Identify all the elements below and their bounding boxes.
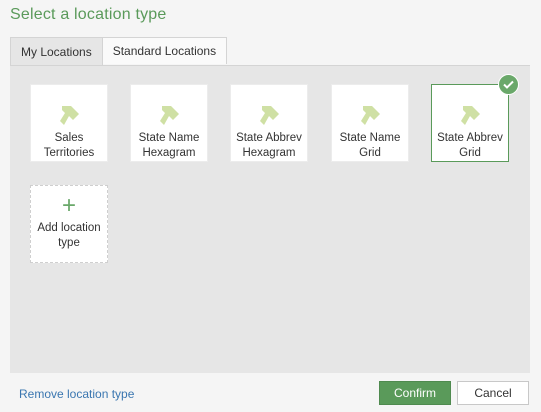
- card-label: State Abbrev Hexagram: [236, 132, 302, 159]
- card-label: Sales Territories: [43, 132, 95, 159]
- location-type-card-sales-territories[interactable]: Sales Territories: [30, 84, 108, 162]
- tab-standard-locations[interactable]: Standard Locations: [101, 37, 228, 64]
- location-pin-icon: [156, 103, 182, 129]
- confirm-button[interactable]: Confirm: [379, 381, 451, 405]
- add-card-label: Add location type: [37, 222, 101, 249]
- tab-my-locations[interactable]: My Locations: [10, 37, 103, 66]
- cancel-button[interactable]: Cancel: [457, 381, 529, 405]
- location-type-card-state-name-hexagram[interactable]: State Name Hexagram: [130, 84, 208, 162]
- location-pin-icon: [56, 103, 82, 129]
- location-pin-icon: [256, 103, 282, 129]
- plus-icon: +: [61, 192, 76, 219]
- location-pin-icon: [357, 103, 383, 129]
- card-label: State Name Hexagram: [138, 132, 200, 159]
- card-label: State Abbrev Grid: [437, 132, 503, 159]
- location-type-card-state-abbrev-hexagram[interactable]: State Abbrev Hexagram: [230, 84, 308, 162]
- tab-bar: My Locations Standard Locations: [10, 37, 228, 66]
- card-label: State Name Grid: [339, 132, 401, 159]
- dialog-title: Select a location type: [10, 6, 167, 23]
- remove-location-type-link[interactable]: Remove location type: [19, 387, 134, 401]
- selected-check-icon: [498, 74, 519, 95]
- add-location-type-button[interactable]: + Add location type: [30, 185, 108, 263]
- location-type-card-state-name-grid[interactable]: State Name Grid: [331, 84, 409, 162]
- location-type-card-state-abbrev-grid[interactable]: State Abbrev Grid: [431, 84, 509, 162]
- location-pin-icon: [457, 103, 483, 129]
